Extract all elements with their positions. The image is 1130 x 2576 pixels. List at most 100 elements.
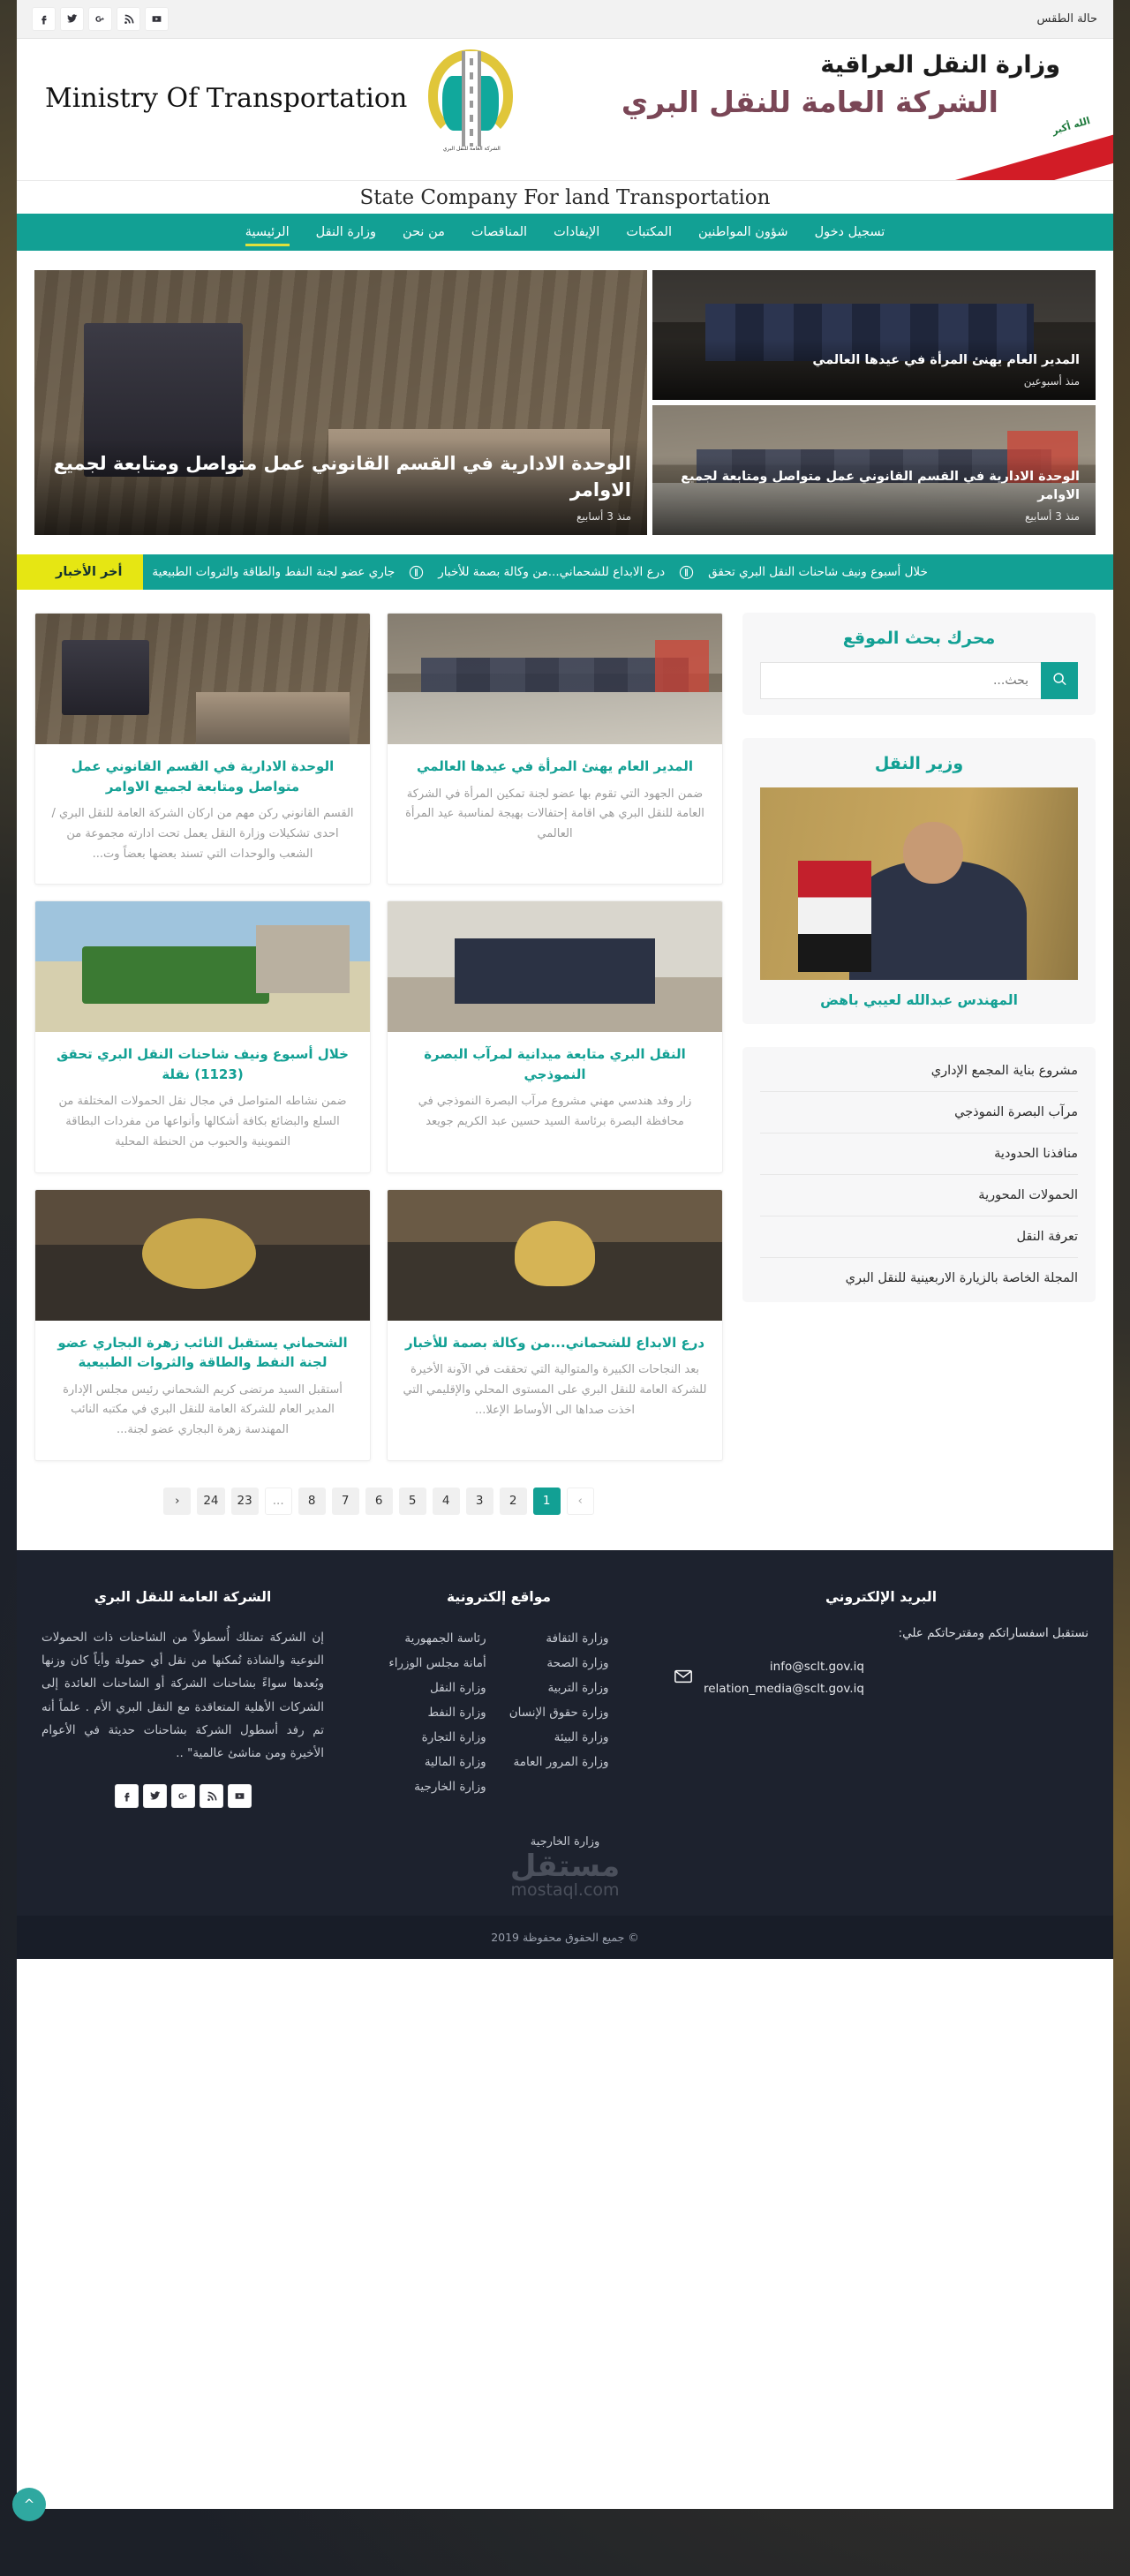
news-card[interactable]: النقل البري متابعة ميدانية لمرآب البصرة … — [387, 900, 723, 1173]
hero-side-caption: المدير العام يهنئ المرأة في عيدها العالم… — [652, 338, 1096, 400]
news-card[interactable]: الوحدة الادارية في القسم القانوني عمل مت… — [34, 613, 371, 885]
news-thumbnail[interactable] — [388, 614, 722, 744]
footer-link[interactable]: وزارة الصحة — [509, 1651, 608, 1676]
youtube-icon[interactable] — [146, 8, 168, 30]
footer-email-address[interactable]: info@sclt.gov.iq — [704, 1656, 864, 1678]
sidebar-item-axle-loads[interactable]: الحمولات المحورية — [760, 1175, 1078, 1216]
news-thumbnail[interactable] — [388, 1189, 722, 1321]
pagination-page[interactable]: 2 — [499, 1487, 527, 1515]
news-card-title[interactable]: المدير العام يهنئ المرأة في عيدها العالم… — [402, 757, 708, 777]
news-card-title[interactable]: خلال أسبوع ونيف شاحنات النقل البري تحقق … — [49, 1044, 356, 1084]
logo-left-group[interactable]: الشركة العامة للنقل البري Ministry Of Tr… — [45, 46, 524, 152]
footer-link[interactable]: وزارة المالية — [388, 1750, 486, 1774]
footer-link[interactable]: رئاسة الجمهورية — [388, 1626, 486, 1651]
news-thumbnail[interactable] — [35, 1189, 370, 1321]
sidebar-item-border-crossings[interactable]: منافذنا الحدودية — [760, 1134, 1078, 1175]
footer-link[interactable]: وزارة النفط — [388, 1700, 486, 1725]
chevron-up-icon: ^ — [23, 2497, 35, 2512]
news-card-title[interactable]: الوحدة الادارية في القسم القانوني عمل مت… — [49, 757, 356, 796]
hero-side-caption: الوحدة الادارية في القسم القانوني عمل مت… — [652, 456, 1096, 535]
emblem-arc-text: الشركة العامة للنقل البري — [442, 146, 501, 152]
google-plus-icon[interactable] — [89, 8, 111, 30]
sidebar-item-basra-garage[interactable]: مرآب البصرة النموذجي — [760, 1092, 1078, 1134]
hero-main-slide[interactable]: الوحدة الادارية في القسم القانوني عمل مت… — [34, 270, 647, 535]
news-card-body: النقل البري متابعة ميدانية لمرآب البصرة … — [388, 1032, 722, 1152]
news-card[interactable]: المدير العام يهنئ المرأة في عيدها العالم… — [387, 613, 723, 885]
facebook-icon[interactable] — [115, 1784, 138, 1807]
hero-side-slide[interactable]: المدير العام يهنئ المرأة في عيدها العالم… — [652, 270, 1096, 400]
footer-about-text: إن الشركة تمتلك أُسطولاً من الشاحنات ذات… — [41, 1630, 324, 1761]
rss-icon[interactable] — [117, 8, 139, 30]
desktop-background: حالة الطقس الشركة العامة للنقل البري Min… — [0, 0, 1130, 2576]
pagination-next[interactable]: › — [566, 1487, 594, 1515]
weather-status[interactable]: حالة الطقس — [1037, 12, 1097, 26]
search-button[interactable] — [1041, 662, 1078, 699]
pagination-page[interactable]: 5 — [398, 1487, 426, 1515]
minister-name[interactable]: المهندس عبدالله لعيبي باهض — [760, 992, 1078, 1008]
site-search-widget: محرك بحث الموقع — [742, 613, 1096, 715]
pagination-page[interactable]: 8 — [298, 1487, 326, 1515]
pagination-page[interactable]: 23 — [230, 1487, 259, 1515]
nav-item-citizen-affairs[interactable]: شؤون المواطنين — [685, 214, 802, 251]
footer-about-title: الشركة العامة للنقل البري — [94, 1588, 272, 1605]
footer-link[interactable]: وزارة التجارة — [388, 1725, 486, 1750]
footer-link[interactable]: وزارة النقل — [388, 1676, 486, 1700]
ticker-item[interactable]: خلال أسبوع ونيف شاحنات النقل البري تحقق — [699, 565, 937, 579]
ministry-emblem-icon: الشركة العامة للنقل البري — [419, 46, 524, 152]
back-to-top-button[interactable]: ^ — [12, 2488, 46, 2521]
sidebar-item-transport-tariff[interactable]: تعرفة النقل — [760, 1216, 1078, 1258]
news-thumbnail[interactable] — [35, 901, 370, 1033]
news-thumbnail[interactable] — [35, 614, 370, 744]
footer-link[interactable]: وزارة الخارجية — [388, 1774, 486, 1799]
news-card-title[interactable]: درع الابداع للشحماني...من وكالة بصمة للأ… — [402, 1333, 708, 1353]
site-search-title: محرك بحث الموقع — [842, 629, 996, 648]
footer-email-address[interactable]: relation_media@sclt.gov.iq — [704, 1678, 864, 1700]
footer-email-title: البريد الإلكتروني — [825, 1588, 938, 1605]
footer-link[interactable]: وزارة المرور العامة — [509, 1750, 608, 1774]
news-thumbnail[interactable] — [388, 901, 722, 1033]
nav-item-libraries[interactable]: المكتبات — [613, 214, 685, 251]
twitter-icon[interactable] — [61, 8, 83, 30]
hero-side-title[interactable]: الوحدة الادارية في القسم القانوني عمل مت… — [668, 468, 1080, 504]
footer-link[interactable]: وزارة حقوق الإنسان — [509, 1700, 609, 1725]
pagination-page[interactable]: 4 — [432, 1487, 460, 1515]
nav-item-about[interactable]: من نحن — [389, 214, 458, 251]
google-plus-icon[interactable] — [171, 1784, 194, 1807]
news-card[interactable]: درع الابداع للشحماني...من وكالة بصمة للأ… — [387, 1188, 723, 1461]
pagination-page-current[interactable]: 1 — [532, 1487, 561, 1515]
facebook-icon[interactable] — [33, 8, 55, 30]
hero-main-title[interactable]: الوحدة الادارية في القسم القانوني عمل مت… — [50, 451, 631, 504]
news-card[interactable]: الشحماني يستقبل النائب زهرة البجاري عضو … — [34, 1188, 371, 1461]
footer-link-foreign-affairs[interactable]: وزارة الخارجية — [17, 1835, 1113, 1849]
footer-link[interactable]: وزارة الثقافة — [509, 1626, 608, 1651]
pagination-prev[interactable]: ‹ — [163, 1487, 192, 1515]
search-input[interactable] — [760, 662, 1041, 699]
hero-side-slide[interactable]: الوحدة الادارية في القسم القانوني عمل مت… — [652, 405, 1096, 535]
nav-item-home[interactable]: الرئيسية — [232, 214, 303, 251]
pagination-page[interactable]: 3 — [465, 1487, 493, 1515]
ticker-item[interactable]: درع الابداع للشحماني...من وكالة بصمة للأ… — [429, 565, 674, 579]
ticker-item[interactable]: جاري عضو لجنة النفط والطاقة والثروات الط… — [143, 565, 403, 579]
twitter-icon[interactable] — [143, 1784, 166, 1807]
nav-item-login[interactable]: تسجيل دخول — [802, 214, 899, 251]
sidebar-item-admin-complex[interactable]: مشروع بناية المجمع الإداري — [760, 1051, 1078, 1092]
footer-link[interactable]: وزارة البيئة — [509, 1725, 609, 1750]
youtube-icon[interactable] — [228, 1784, 251, 1807]
footer-email-row: info@sclt.gov.iq relation_media@sclt.gov… — [674, 1656, 1089, 1700]
pagination-page[interactable]: 24 — [197, 1487, 225, 1515]
news-card-excerpt: القسم القانوني ركن مهم من اركان الشركة ا… — [51, 807, 354, 861]
footer-link[interactable]: وزارة التربية — [509, 1676, 608, 1700]
nav-item-ministry[interactable]: وزارة النقل — [303, 214, 389, 251]
hero-side-title[interactable]: المدير العام يهنئ المرأة في عيدها العالم… — [668, 351, 1080, 369]
sidebar-item-arbaeen-magazine[interactable]: المجلة الخاصة بالزيارة الاربعينية للنقل … — [760, 1258, 1078, 1299]
news-card[interactable]: خلال أسبوع ونيف شاحنات النقل البري تحقق … — [34, 900, 371, 1173]
rss-icon[interactable] — [200, 1784, 222, 1807]
pagination-page[interactable]: 6 — [365, 1487, 393, 1515]
hero-main-date: منذ 3 أسابيع — [576, 510, 631, 523]
news-card-title[interactable]: النقل البري متابعة ميدانية لمرآب البصرة … — [402, 1044, 708, 1084]
nav-item-tenders[interactable]: المناقصات — [458, 214, 540, 251]
news-card-title[interactable]: الشحماني يستقبل النائب زهرة البجاري عضو … — [49, 1333, 356, 1373]
nav-item-delegations[interactable]: الإيفادات — [540, 214, 613, 251]
pagination-page[interactable]: 7 — [331, 1487, 359, 1515]
footer-link[interactable]: أمانة مجلس الوزراء — [388, 1651, 486, 1676]
